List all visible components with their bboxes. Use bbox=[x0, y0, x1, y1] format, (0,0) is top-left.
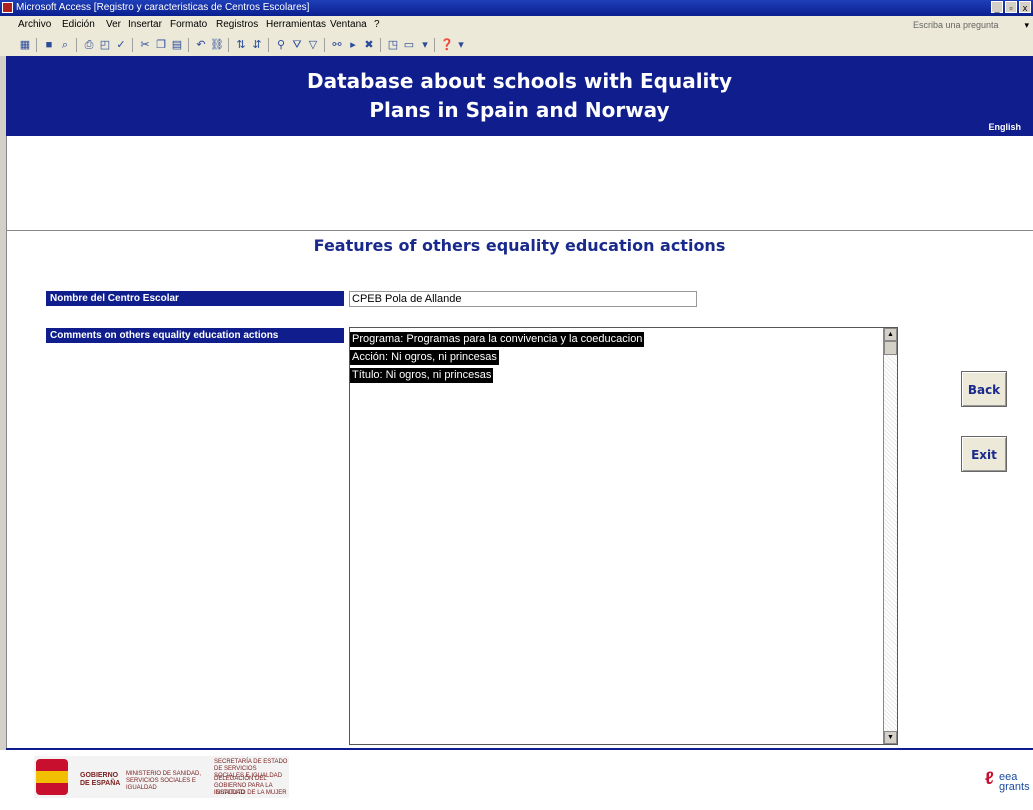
window-title-bar[interactable]: Microsoft Access [Registro y caracterist… bbox=[0, 0, 1033, 16]
toolbar-separator bbox=[188, 38, 189, 52]
paste-icon[interactable]: ▤ bbox=[170, 38, 184, 52]
form-header: Database about schools with Equality Pla… bbox=[6, 56, 1033, 136]
filter-by-form-icon[interactable]: ⛛ bbox=[290, 38, 304, 52]
help-icon[interactable]: ❓ bbox=[440, 38, 454, 52]
menu-herramientas[interactable]: Herramientas bbox=[266, 16, 326, 34]
comments-line: Título: Ni ogros, ni princesas bbox=[350, 368, 494, 383]
comments-memo-field[interactable]: Programa: Programas para la convivencia … bbox=[349, 327, 898, 745]
menu-help[interactable]: ? bbox=[374, 16, 380, 34]
coat-of-arms-icon bbox=[36, 759, 68, 795]
institute-name: INSTITUTO DE LA MUJER bbox=[214, 790, 287, 796]
help-dropdown-icon[interactable]: ▾ bbox=[1024, 16, 1029, 34]
toolbar-separator bbox=[268, 38, 269, 52]
gobierno-espana-logo: GOBIERNO DE ESPAÑA MINISTERIO DE SANIDAD… bbox=[34, 756, 289, 798]
toolbar-separator bbox=[228, 38, 229, 52]
maximize-button[interactable]: ▫ bbox=[1005, 1, 1017, 13]
find-icon[interactable]: ⚯ bbox=[330, 38, 344, 52]
print-icon[interactable]: ⎙ bbox=[82, 38, 96, 52]
print-preview-icon[interactable]: ◰ bbox=[98, 38, 112, 52]
back-button[interactable]: Back bbox=[961, 371, 1007, 407]
scroll-up-button[interactable]: ▲ bbox=[884, 328, 897, 341]
gob-line2: DE ESPAÑA bbox=[80, 780, 121, 787]
ministry-name: MINISTERIO DE SANIDAD, SERVICIOS SOCIALE… bbox=[126, 771, 202, 791]
help-question-input[interactable]: Escriba una pregunta bbox=[913, 19, 1003, 31]
menu-edicion[interactable]: Edición bbox=[62, 16, 95, 34]
school-name-label: Nombre del Centro Escolar bbox=[46, 291, 344, 306]
undo-icon[interactable]: ↶ bbox=[194, 38, 208, 52]
spelling-icon[interactable]: ✓ bbox=[114, 38, 128, 52]
header-title-line2: Plans in Spain and Norway bbox=[369, 98, 670, 122]
minimize-button[interactable]: _ bbox=[991, 1, 1003, 13]
toolbar-options-icon[interactable]: ▾ bbox=[454, 38, 468, 52]
window-controls: _ ▫ x bbox=[991, 1, 1031, 13]
new-object-dropdown-icon[interactable]: ▾ bbox=[418, 38, 432, 52]
comments-scrollbar[interactable]: ▲ ▼ bbox=[883, 328, 897, 744]
language-link[interactable]: English bbox=[988, 122, 1021, 132]
new-object-icon[interactable]: ▭ bbox=[402, 38, 416, 52]
comments-line: Programa: Programas para la convivencia … bbox=[350, 332, 645, 347]
toolbar-separator bbox=[76, 38, 77, 52]
hyperlink-icon[interactable]: ⛓ bbox=[210, 38, 224, 52]
access-app-icon bbox=[2, 2, 13, 13]
view-icon[interactable]: ▦ bbox=[18, 38, 32, 52]
record-selector-strip bbox=[0, 56, 7, 750]
gob-line1: GOBIERNO bbox=[80, 772, 119, 779]
menu-bar: Archivo Edición Ver Insertar Formato Reg… bbox=[0, 16, 1033, 34]
toolbar-separator bbox=[132, 38, 133, 52]
close-button[interactable]: x bbox=[1019, 1, 1031, 13]
exit-button[interactable]: Exit bbox=[961, 436, 1007, 472]
toolbar-separator bbox=[434, 38, 435, 52]
toolbar-separator bbox=[36, 38, 37, 52]
scroll-down-button[interactable]: ▼ bbox=[884, 731, 897, 744]
sort-ascending-icon[interactable]: ⇅ bbox=[234, 38, 248, 52]
apply-filter-icon[interactable]: ▽ bbox=[306, 38, 320, 52]
sort-descending-icon[interactable]: ⇵ bbox=[250, 38, 264, 52]
menu-registros[interactable]: Registros bbox=[216, 16, 258, 34]
scroll-thumb[interactable] bbox=[884, 341, 897, 355]
menu-archivo[interactable]: Archivo bbox=[18, 16, 51, 34]
search-icon[interactable]: ⌕ bbox=[58, 38, 72, 52]
section-title: Features of others equality education ac… bbox=[313, 236, 726, 255]
eea-grants-logo: ℓ eea grants bbox=[985, 764, 1033, 800]
filter-by-selection-icon[interactable]: ⚲ bbox=[274, 38, 288, 52]
toolbar-separator bbox=[324, 38, 325, 52]
window-title: Microsoft Access [Registro y caracterist… bbox=[16, 2, 310, 13]
menu-ventana[interactable]: Ventana bbox=[330, 16, 367, 34]
comments-line: Acción: Ni ogros, ni princesas bbox=[350, 350, 499, 365]
toolbar-separator bbox=[380, 38, 381, 52]
comments-label: Comments on others equality education ac… bbox=[46, 328, 344, 343]
copy-icon[interactable]: ❐ bbox=[154, 38, 168, 52]
eea-mark-icon: ℓ bbox=[985, 768, 994, 788]
menu-ver[interactable]: Ver bbox=[106, 16, 121, 34]
eea-text: eea grants bbox=[999, 772, 1030, 793]
school-name-field[interactable]: CPEB Pola de Allande bbox=[349, 291, 697, 307]
toolbar: ▦ ■ ⌕ ⎙ ◰ ✓ ✂ ❐ ▤ ↶ ⛓ ⇅ ⇵ ⚲ ⛛ ▽ ⚯ ▸ ✖ ◳ … bbox=[0, 34, 1033, 57]
new-record-icon[interactable]: ▸ bbox=[346, 38, 360, 52]
delete-record-icon[interactable]: ✖ bbox=[362, 38, 376, 52]
database-window-icon[interactable]: ◳ bbox=[386, 38, 400, 52]
section-divider bbox=[6, 230, 1033, 231]
grants-word: grants bbox=[999, 781, 1030, 793]
cut-icon[interactable]: ✂ bbox=[138, 38, 152, 52]
save-icon[interactable]: ■ bbox=[42, 38, 56, 52]
menu-insertar[interactable]: Insertar bbox=[128, 16, 162, 34]
header-title-line1: Database about schools with Equality bbox=[306, 69, 733, 93]
menu-formato[interactable]: Formato bbox=[170, 16, 207, 34]
